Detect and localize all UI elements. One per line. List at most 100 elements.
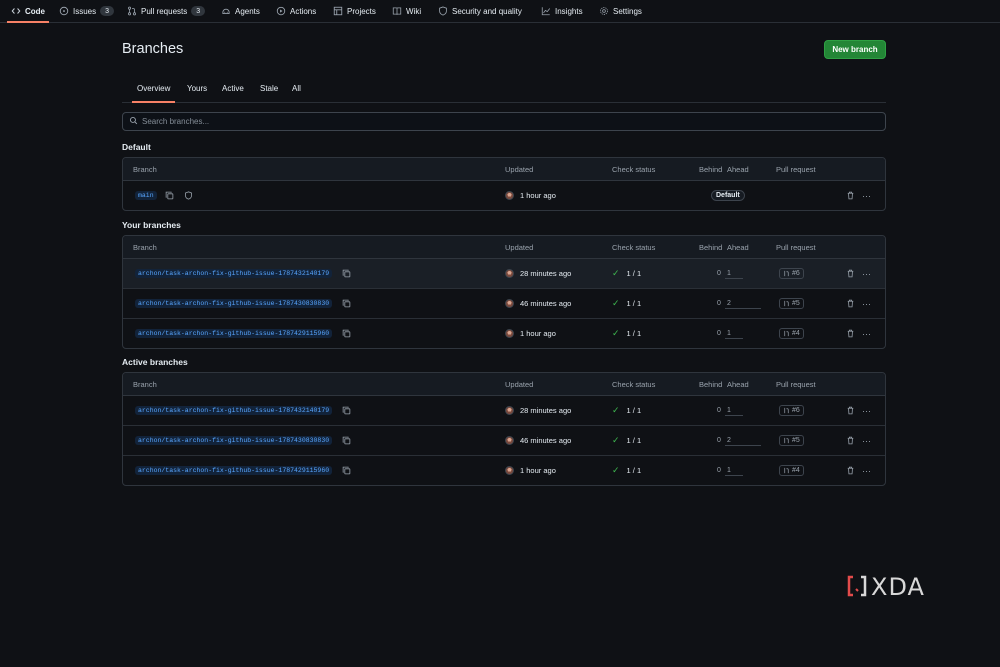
subtab-active[interactable]: Active bbox=[222, 84, 244, 93]
pull-request-link[interactable]: #6 bbox=[779, 405, 804, 416]
check-status-count: 1 / 1 bbox=[626, 299, 642, 308]
more-options-icon[interactable]: ··· bbox=[862, 406, 871, 416]
more-options-icon[interactable]: ··· bbox=[862, 329, 871, 339]
updated-time: 1 hour ago bbox=[520, 191, 556, 200]
pull-request-link[interactable]: #4 bbox=[779, 465, 804, 476]
trash-icon[interactable] bbox=[846, 466, 855, 475]
more-options-icon[interactable]: ··· bbox=[862, 191, 871, 201]
tab-actions[interactable]: Actions bbox=[276, 0, 316, 22]
avatar[interactable] bbox=[505, 299, 514, 308]
check-success-icon[interactable]: ✓ bbox=[612, 268, 620, 279]
avatar[interactable] bbox=[505, 406, 514, 415]
repo-nav: Code Issues 3 Pull requests 3 Agents Act… bbox=[0, 0, 1000, 23]
search-icon bbox=[129, 116, 138, 127]
subtab-yours[interactable]: Yours bbox=[187, 84, 207, 93]
branch-name-link[interactable]: archon/task-archon-fix-github-issue-1787… bbox=[135, 299, 333, 308]
pr-number: #5 bbox=[792, 437, 800, 444]
tab-label: Pull requests bbox=[141, 6, 188, 16]
new-branch-button[interactable]: New branch bbox=[824, 40, 886, 59]
copy-icon[interactable] bbox=[342, 269, 351, 278]
tab-issues[interactable]: Issues 3 bbox=[59, 0, 115, 22]
branch-name-link[interactable]: archon/task-archon-fix-github-issue-1787… bbox=[135, 269, 333, 278]
check-success-icon[interactable]: ✓ bbox=[612, 405, 620, 416]
branch-name-link[interactable]: archon/task-archon-fix-github-issue-1787… bbox=[135, 436, 333, 445]
tab-insights[interactable]: Insights bbox=[541, 0, 583, 22]
table-icon bbox=[333, 6, 343, 16]
behind-count: 0 bbox=[717, 467, 721, 474]
check-status-count: 1 / 1 bbox=[626, 466, 642, 475]
trash-icon[interactable] bbox=[846, 406, 855, 415]
section-title-active-branches: Active branches bbox=[122, 357, 188, 367]
tab-security[interactable]: Security and quality bbox=[438, 0, 522, 22]
default-badge: Default bbox=[711, 190, 745, 201]
check-success-icon[interactable]: ✓ bbox=[612, 328, 620, 339]
col-ahead: Ahead bbox=[727, 243, 749, 252]
ahead-count: 2 bbox=[727, 300, 731, 307]
copy-icon[interactable] bbox=[342, 329, 351, 338]
branch-name-link[interactable]: main bbox=[135, 191, 157, 200]
branch-name-link[interactable]: archon/task-archon-fix-github-issue-1787… bbox=[135, 406, 333, 415]
table-row: archon/task-archon-fix-github-issue-1787… bbox=[123, 259, 885, 289]
tab-code[interactable]: Code bbox=[7, 0, 49, 23]
table-row: archon/task-archon-fix-github-issue-1787… bbox=[123, 456, 885, 485]
tab-pull-requests[interactable]: Pull requests 3 bbox=[127, 0, 206, 22]
pull-request-link[interactable]: #5 bbox=[779, 298, 804, 309]
avatar[interactable] bbox=[505, 466, 514, 475]
behind-count: 0 bbox=[717, 270, 721, 277]
pull-request-icon bbox=[127, 6, 137, 16]
updated-time: 28 minutes ago bbox=[520, 269, 572, 278]
col-behind: Behind bbox=[699, 165, 723, 174]
copy-icon[interactable] bbox=[342, 406, 351, 415]
table-row: archon/task-archon-fix-github-issue-1787… bbox=[123, 319, 885, 348]
more-options-icon[interactable]: ··· bbox=[862, 436, 871, 446]
copy-icon[interactable] bbox=[342, 436, 351, 445]
updated-time: 46 minutes ago bbox=[520, 436, 572, 445]
avatar[interactable] bbox=[505, 191, 514, 200]
col-pull-request: Pull request bbox=[776, 243, 816, 252]
trash-icon[interactable] bbox=[846, 436, 855, 445]
pull-request-link[interactable]: #6 bbox=[779, 268, 804, 279]
tab-agents[interactable]: Agents bbox=[221, 0, 260, 22]
behind-count: 0 bbox=[717, 407, 721, 414]
check-success-icon[interactable]: ✓ bbox=[612, 435, 620, 446]
tab-label: Projects bbox=[347, 6, 376, 16]
pr-number: #4 bbox=[792, 330, 800, 337]
branch-name-link[interactable]: archon/task-archon-fix-github-issue-1787… bbox=[135, 466, 333, 475]
pull-request-link[interactable]: #4 bbox=[779, 328, 804, 339]
subtab-stale[interactable]: Stale bbox=[260, 84, 278, 93]
subtab-overview[interactable]: Overview bbox=[131, 84, 176, 103]
trash-icon[interactable] bbox=[846, 299, 855, 308]
subtab-all[interactable]: All bbox=[292, 84, 301, 93]
avatar[interactable] bbox=[505, 436, 514, 445]
tab-settings[interactable]: Settings bbox=[599, 0, 642, 22]
more-options-icon[interactable]: ··· bbox=[862, 299, 871, 309]
more-options-icon[interactable]: ··· bbox=[862, 269, 871, 279]
tab-projects[interactable]: Projects bbox=[333, 0, 376, 22]
pull-request-link[interactable]: #5 bbox=[779, 435, 804, 446]
check-success-icon[interactable]: ✓ bbox=[612, 465, 620, 476]
check-success-icon[interactable]: ✓ bbox=[612, 298, 620, 309]
col-check-status: Check status bbox=[612, 380, 656, 389]
avatar[interactable] bbox=[505, 269, 514, 278]
search-input[interactable] bbox=[142, 117, 842, 126]
copy-icon[interactable] bbox=[165, 191, 174, 200]
col-updated: Updated bbox=[505, 243, 534, 252]
shield-icon bbox=[438, 6, 448, 16]
book-icon bbox=[392, 6, 402, 16]
copy-icon[interactable] bbox=[342, 299, 351, 308]
col-branch: Branch bbox=[133, 165, 157, 174]
copy-icon[interactable] bbox=[342, 466, 351, 475]
avatar[interactable] bbox=[505, 329, 514, 338]
trash-icon[interactable] bbox=[846, 191, 855, 200]
branch-protection-shield-icon[interactable] bbox=[184, 191, 193, 200]
tab-wiki[interactable]: Wiki bbox=[392, 0, 421, 22]
tab-label: Code bbox=[25, 6, 45, 16]
trash-icon[interactable] bbox=[846, 329, 855, 338]
ahead-bar bbox=[725, 415, 743, 416]
updated-time: 46 minutes ago bbox=[520, 299, 572, 308]
issue-icon bbox=[59, 6, 69, 16]
more-options-icon[interactable]: ··· bbox=[862, 466, 871, 476]
trash-icon[interactable] bbox=[846, 269, 855, 278]
col-ahead: Ahead bbox=[727, 165, 749, 174]
branch-name-link[interactable]: archon/task-archon-fix-github-issue-1787… bbox=[135, 329, 333, 338]
